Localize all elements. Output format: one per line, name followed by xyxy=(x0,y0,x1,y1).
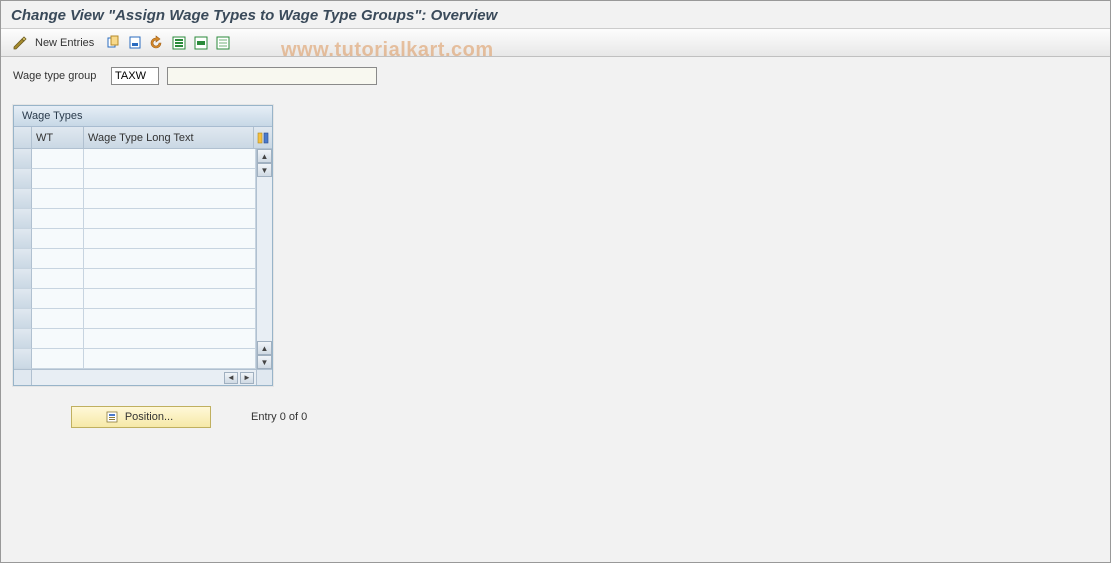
scrollbar-corner xyxy=(256,370,272,385)
toggle-display-change-icon[interactable] xyxy=(11,34,29,52)
wage-type-group-label: Wage type group xyxy=(13,70,103,82)
page-title: Change View "Assign Wage Types to Wage T… xyxy=(11,7,497,24)
wage-types-panel: Wage Types WT Wage Type Long Text xyxy=(13,105,273,386)
form-area: Wage type group xyxy=(1,57,1110,95)
position-button[interactable]: Position... xyxy=(71,406,211,428)
cell-long-text[interactable] xyxy=(84,249,256,269)
cell-long-text[interactable] xyxy=(84,289,256,309)
cell-wt[interactable] xyxy=(32,269,84,289)
row-selector[interactable] xyxy=(14,149,32,169)
cell-wt[interactable] xyxy=(32,169,84,189)
wage-types-table: WT Wage Type Long Text xyxy=(14,127,272,385)
cell-wt[interactable] xyxy=(32,149,84,169)
hscroll-track[interactable]: ◄ ► xyxy=(32,370,256,385)
cell-wt[interactable] xyxy=(32,189,84,209)
table-row xyxy=(14,249,256,269)
wage-type-group-desc-input[interactable] xyxy=(167,67,377,85)
row-selector[interactable] xyxy=(14,269,32,289)
row-selector[interactable] xyxy=(14,249,32,269)
table-row xyxy=(14,229,256,249)
table-row xyxy=(14,329,256,349)
new-entries-button[interactable]: New Entries xyxy=(33,37,100,49)
cell-wt[interactable] xyxy=(32,249,84,269)
horizontal-scrollbar[interactable]: ◄ ► xyxy=(14,369,272,385)
rows-area xyxy=(14,149,256,369)
cell-wt[interactable] xyxy=(32,329,84,349)
cell-long-text[interactable] xyxy=(84,329,256,349)
table-row xyxy=(14,289,256,309)
footer-row: Position... Entry 0 of 0 xyxy=(1,396,1110,438)
table-row xyxy=(14,309,256,329)
table-row xyxy=(14,189,256,209)
table-row xyxy=(14,349,256,369)
wage-type-group-row: Wage type group xyxy=(13,67,1098,85)
cell-wt[interactable] xyxy=(32,289,84,309)
select-block-icon[interactable] xyxy=(192,34,210,52)
select-all-column[interactable] xyxy=(14,127,32,148)
position-icon xyxy=(105,410,119,424)
row-selector[interactable] xyxy=(14,169,32,189)
row-selector[interactable] xyxy=(14,309,32,329)
table-body: ▲ ▼ ▲ ▼ xyxy=(14,149,272,369)
configure-columns-icon[interactable] xyxy=(254,127,272,148)
delete-icon[interactable] xyxy=(126,34,144,52)
row-selector[interactable] xyxy=(14,349,32,369)
row-selector[interactable] xyxy=(14,289,32,309)
cell-long-text[interactable] xyxy=(84,169,256,189)
cell-long-text[interactable] xyxy=(84,349,256,369)
table-header-row: WT Wage Type Long Text xyxy=(14,127,272,149)
wage-type-group-input[interactable] xyxy=(111,67,159,85)
row-selector[interactable] xyxy=(14,209,32,229)
select-all-icon[interactable] xyxy=(170,34,188,52)
cell-long-text[interactable] xyxy=(84,149,256,169)
scroll-up-icon[interactable]: ▲ xyxy=(257,149,272,163)
copy-icon[interactable] xyxy=(104,34,122,52)
cell-wt[interactable] xyxy=(32,229,84,249)
cell-wt[interactable] xyxy=(32,209,84,229)
panel-title: Wage Types xyxy=(14,106,272,127)
hscroll-spacer xyxy=(14,370,32,385)
row-selector[interactable] xyxy=(14,229,32,249)
cell-wt[interactable] xyxy=(32,309,84,329)
scroll-down-icon[interactable]: ▼ xyxy=(257,355,272,369)
vertical-scrollbar[interactable]: ▲ ▼ ▲ ▼ xyxy=(256,149,272,369)
scroll-right-icon[interactable]: ► xyxy=(240,372,254,384)
cell-long-text[interactable] xyxy=(84,269,256,289)
row-selector[interactable] xyxy=(14,329,32,349)
undo-icon[interactable] xyxy=(148,34,166,52)
row-selector[interactable] xyxy=(14,189,32,209)
table-row xyxy=(14,149,256,169)
title-bar: Change View "Assign Wage Types to Wage T… xyxy=(1,1,1110,29)
column-header-long-text[interactable]: Wage Type Long Text xyxy=(84,127,254,148)
table-row xyxy=(14,269,256,289)
scroll-left-icon[interactable]: ◄ xyxy=(224,372,238,384)
deselect-all-icon[interactable] xyxy=(214,34,232,52)
table-row xyxy=(14,209,256,229)
cell-long-text[interactable] xyxy=(84,189,256,209)
position-button-label: Position... xyxy=(125,411,173,423)
cell-long-text[interactable] xyxy=(84,229,256,249)
column-header-wt[interactable]: WT xyxy=(32,127,84,148)
cell-long-text[interactable] xyxy=(84,209,256,229)
entry-count-text: Entry 0 of 0 xyxy=(251,411,307,423)
cell-long-text[interactable] xyxy=(84,309,256,329)
table-row xyxy=(14,169,256,189)
scroll-up-step-icon[interactable]: ▲ xyxy=(257,341,272,355)
scroll-down-step-icon[interactable]: ▼ xyxy=(257,163,272,177)
cell-wt[interactable] xyxy=(32,349,84,369)
application-toolbar: New Entries xyxy=(1,29,1110,57)
